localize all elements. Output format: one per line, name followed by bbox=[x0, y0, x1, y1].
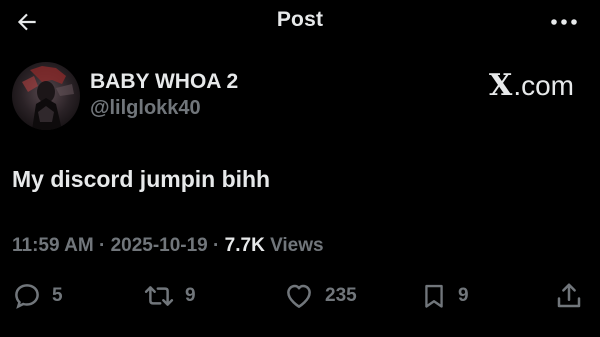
bookmark-icon bbox=[420, 281, 448, 311]
post-meta: 11:59 AM · 2025-10-19 · 7.7K Views bbox=[12, 235, 324, 257]
like-button[interactable]: 235 bbox=[283, 278, 357, 314]
post-date[interactable]: 2025-10-19 bbox=[111, 235, 208, 256]
reply-button[interactable]: 5 bbox=[12, 278, 63, 314]
heart-icon bbox=[283, 281, 315, 311]
repost-icon bbox=[143, 281, 175, 311]
meta-separator: · bbox=[93, 235, 111, 256]
bookmark-count: 9 bbox=[458, 285, 469, 306]
more-options-button[interactable] bbox=[538, 8, 578, 36]
avatar[interactable] bbox=[12, 62, 80, 130]
author-display-name[interactable]: BABY WHOA 2 bbox=[90, 70, 238, 94]
page-title: Post bbox=[276, 8, 324, 31]
source-domain-suffix: .com bbox=[513, 69, 574, 101]
like-count: 235 bbox=[325, 285, 357, 306]
repost-count: 9 bbox=[185, 285, 196, 306]
action-bar: 5 9 235 9 bbox=[0, 278, 600, 318]
repost-button[interactable]: 9 bbox=[143, 278, 196, 314]
author-header: BABY WHOA 2 @lilglokk40 X .com bbox=[12, 62, 588, 132]
x-logo-icon: X bbox=[489, 68, 513, 103]
top-bar: Post bbox=[0, 0, 600, 44]
meta-separator: · bbox=[207, 235, 225, 256]
author-handle[interactable]: @lilglokk40 bbox=[90, 97, 201, 120]
post-time[interactable]: 11:59 AM bbox=[12, 235, 94, 256]
views-label: Views bbox=[264, 235, 324, 256]
reply-icon bbox=[12, 281, 42, 311]
share-icon bbox=[554, 281, 584, 311]
post-text: My discord jumpin bihh bbox=[12, 166, 271, 192]
bookmark-button[interactable]: 9 bbox=[420, 278, 469, 314]
share-button[interactable] bbox=[554, 278, 584, 314]
source-brand: X .com bbox=[489, 68, 574, 103]
reply-count: 5 bbox=[52, 285, 63, 306]
more-horizontal-icon bbox=[550, 17, 578, 27]
views-count[interactable]: 7.7K bbox=[225, 235, 265, 256]
